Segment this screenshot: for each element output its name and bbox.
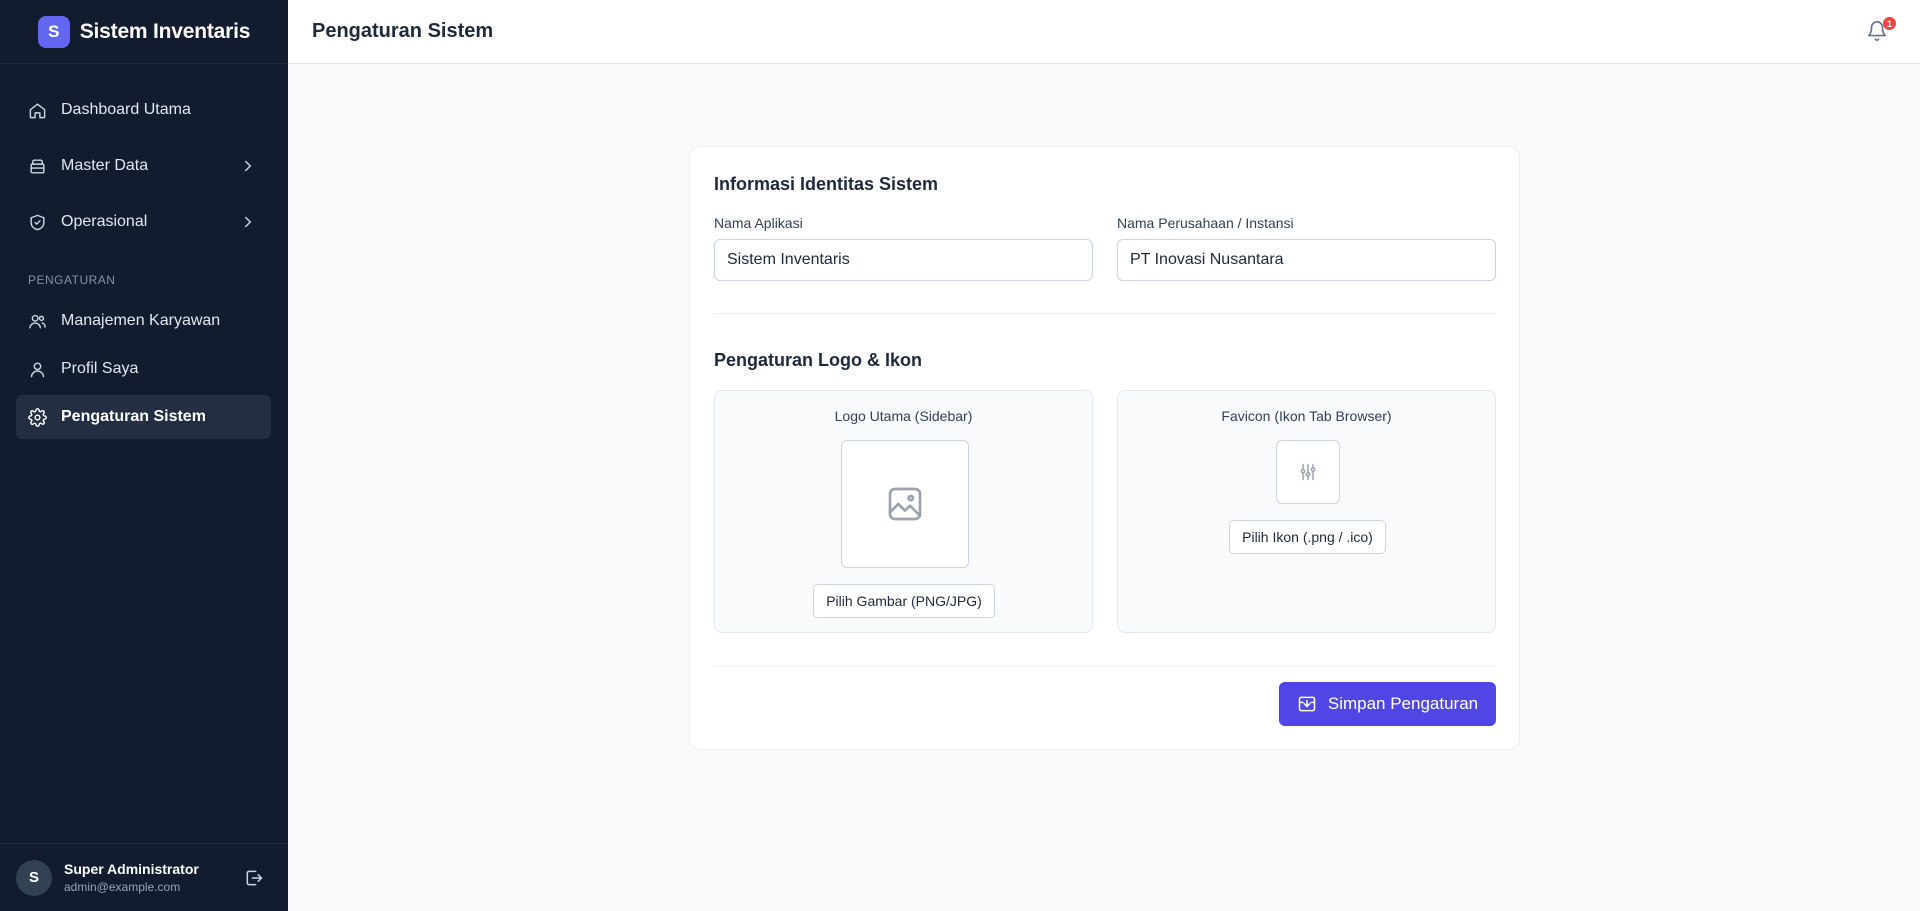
favicon-upload-title: Favicon (Ikon Tab Browser)	[1221, 408, 1392, 424]
home-icon	[29, 102, 46, 118]
brand-logo: S	[37, 15, 70, 48]
app-name-label: Nama Aplikasi	[714, 215, 803, 231]
sidebar-item-master-data[interactable]: Master Data	[16, 144, 271, 188]
sidebar-item-label: Profil Saya	[61, 360, 139, 377]
chevron-right-icon	[245, 216, 251, 228]
app-name-input[interactable]	[714, 239, 1093, 281]
favicon-upload-panel: Favicon (Ikon Tab Browser) Pilih Ikon (.…	[1117, 390, 1496, 633]
sidebar-item-label: Manajemen Karyawan	[61, 312, 221, 329]
brand-title: Sistem Inventaris	[79, 19, 251, 43]
company-name-label: Nama Perusahaan / Instansi	[1117, 215, 1294, 231]
save-icon	[1298, 696, 1316, 712]
sidebar-item-label: Operasional	[61, 213, 148, 230]
page-title: Pengaturan Sistem	[312, 20, 494, 42]
logo-upload-panel: Logo Utama (Sidebar) Pilih Gambar (PNG/J…	[714, 390, 1093, 633]
user-email: admin@example.com	[64, 880, 181, 894]
sidebar: S Sistem Inventaris Dashboard Utama Mast…	[0, 0, 288, 911]
users-icon	[29, 314, 46, 329]
sidebar-item-pengaturan-sistem[interactable]: Pengaturan Sistem	[16, 395, 271, 439]
favicon-preview	[1276, 440, 1340, 504]
divider	[714, 666, 1496, 667]
archive-icon	[30, 158, 45, 174]
sidebar-section-label: PENGATURAN	[28, 273, 116, 287]
image-icon	[888, 487, 922, 521]
sliders-icon	[1300, 463, 1316, 481]
avatar: S	[16, 859, 52, 896]
notification-badge: 1	[1883, 17, 1896, 30]
sidebar-item-label: Master Data	[61, 157, 149, 174]
brand[interactable]: S Sistem Inventaris	[0, 0, 288, 64]
sidebar-item-label: Dashboard Utama	[61, 101, 191, 118]
sidebar-item-operasional[interactable]: Operasional	[16, 200, 271, 244]
company-name-input[interactable]	[1117, 239, 1496, 281]
logo-section-title: Pengaturan Logo & Ikon	[714, 350, 923, 370]
logo-upload-title: Logo Utama (Sidebar)	[834, 408, 973, 424]
sidebar-item-dashboard[interactable]: Dashboard Utama	[16, 88, 271, 132]
divider	[714, 313, 1496, 314]
gear-icon	[28, 407, 47, 427]
user-name: Super Administrator	[64, 861, 199, 877]
identity-section-title: Informasi Identitas Sistem	[714, 174, 939, 194]
user-icon	[30, 361, 45, 377]
choose-favicon-button[interactable]: Pilih Ikon (.png / .ico)	[1229, 520, 1386, 554]
top-header: Pengaturan Sistem 1	[288, 0, 1920, 64]
logout-icon[interactable]	[244, 868, 264, 888]
sidebar-item-manajemen-karyawan[interactable]: Manajemen Karyawan	[16, 299, 271, 343]
sidebar-item-profil-saya[interactable]: Profil Saya	[16, 347, 271, 391]
sidebar-item-label: Pengaturan Sistem	[61, 408, 206, 425]
save-settings-button[interactable]: Simpan Pengaturan	[1279, 682, 1496, 726]
save-settings-label: Simpan Pengaturan	[1327, 694, 1479, 713]
settings-card: Informasi Identitas Sistem Nama Aplikasi…	[689, 146, 1520, 750]
chevron-right-icon	[245, 160, 251, 172]
choose-logo-button[interactable]: Pilih Gambar (PNG/JPG)	[813, 584, 995, 618]
user-profile: S Super Administrator admin@example.com	[0, 843, 288, 911]
logo-preview	[841, 440, 969, 568]
shield-check-icon	[30, 214, 45, 230]
